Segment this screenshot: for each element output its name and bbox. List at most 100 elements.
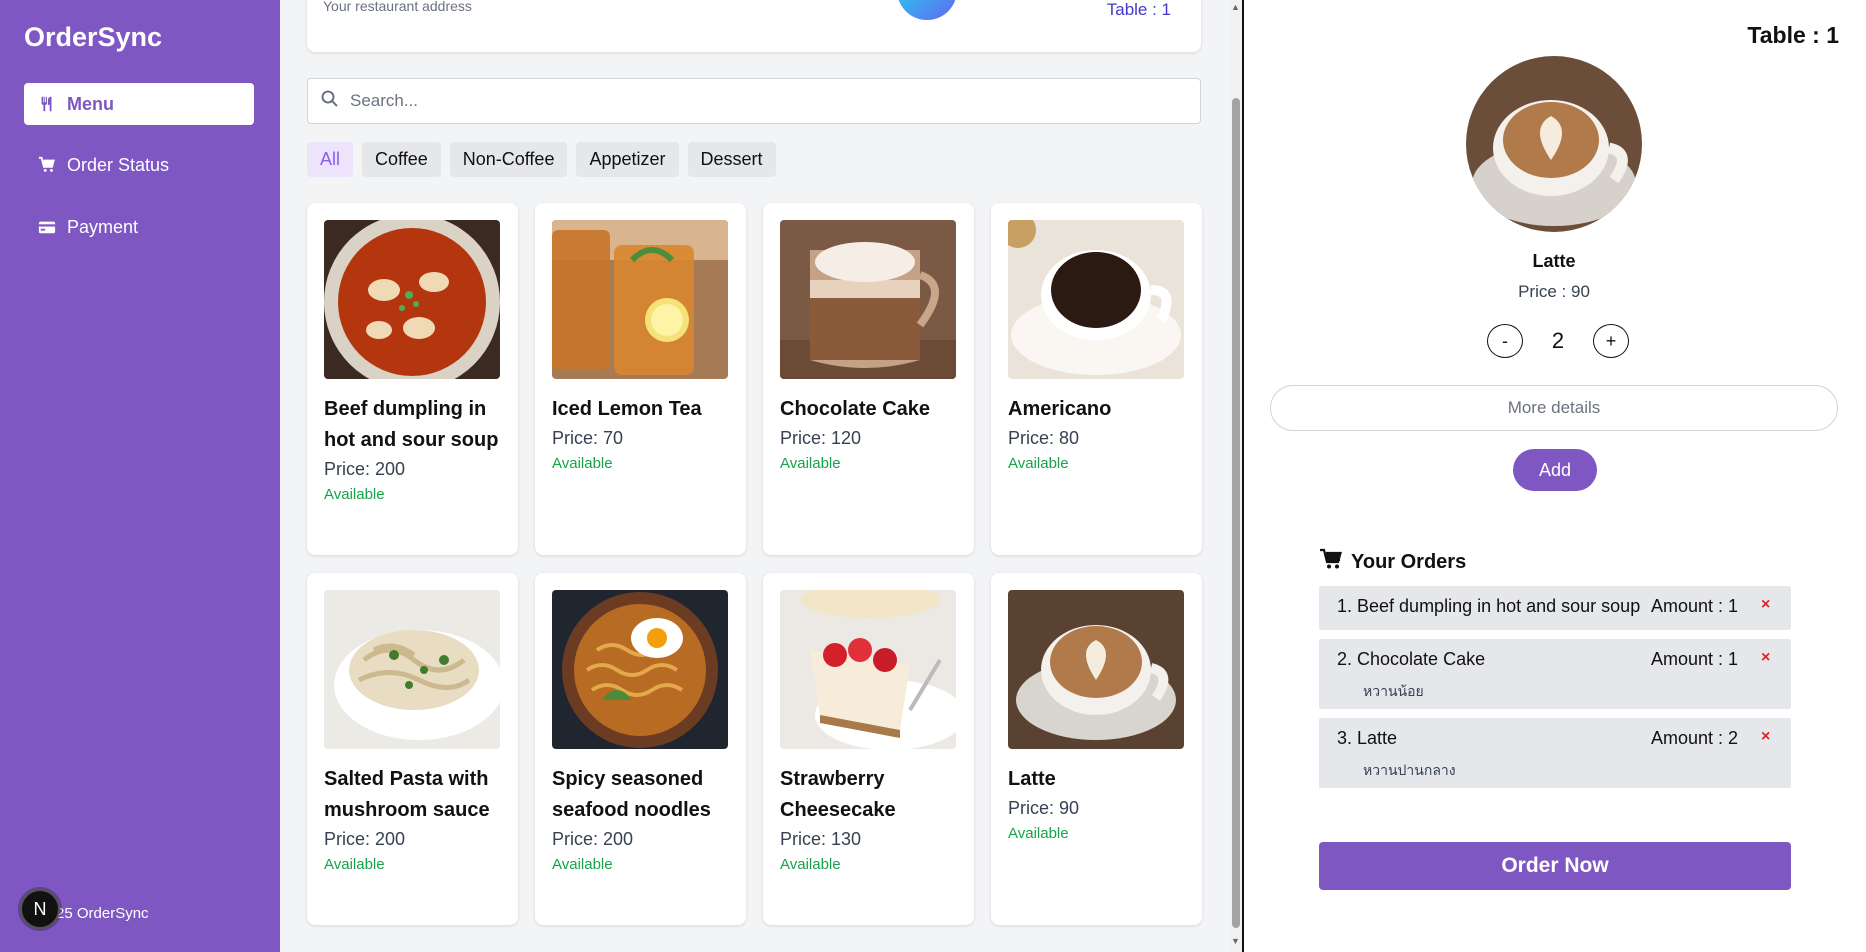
order-item: 3. Latte Amount : 2 × หวานปานกลาง: [1319, 718, 1791, 788]
menu-grid: Beef dumpling in hot and sour soup Price…: [307, 203, 1202, 925]
food-image: [324, 590, 500, 749]
item-status: Available: [1008, 455, 1069, 472]
item-name: Salted Pasta with mushroom sauce: [324, 768, 490, 821]
item-price: Price: 120: [780, 428, 862, 448]
order-item: 1. Beef dumpling in hot and sour soup Am…: [1319, 586, 1791, 630]
orders-title: Your Orders: [1351, 550, 1467, 573]
sidebar: OrderSync Menu Order Status Payment 25 O…: [0, 0, 280, 952]
sidebar-item-menu[interactable]: Menu: [24, 83, 254, 125]
dev-tools-badge[interactable]: N: [20, 889, 60, 929]
brand-logo: OrderSync: [24, 22, 163, 52]
item-price: Price: 70: [552, 428, 624, 448]
item-name: Strawberry Cheesecake: [780, 768, 896, 821]
item-price: Price: 200: [552, 829, 634, 849]
order-item-amount: Amount : 1: [1651, 596, 1739, 616]
menu-card[interactable]: Americano Price: 80 Available: [991, 203, 1202, 555]
item-name: Americano: [1008, 398, 1112, 420]
sidebar-item-label: Menu: [67, 93, 114, 114]
quantity-value: 2: [1551, 328, 1565, 353]
search-icon: [320, 89, 350, 114]
menu-card[interactable]: Salted Pasta with mushroom sauce Price: …: [307, 573, 518, 925]
menu-card[interactable]: Strawberry Cheesecake Price: 130 Availab…: [763, 573, 974, 925]
menu-card[interactable]: Chocolate Cake Price: 120 Available: [763, 203, 974, 555]
footer-copyright: 25 OrderSync: [56, 905, 149, 922]
food-image: [1008, 590, 1184, 749]
cart-icon: [1319, 548, 1351, 576]
sidebar-item-payment[interactable]: Payment: [24, 206, 254, 248]
order-panel: Table : 1 Latte Price : 90 - 2 + More de…: [1242, 0, 1866, 952]
item-name: Beef dumpling in hot and sour soup: [324, 398, 499, 451]
details-input[interactable]: More details: [1270, 385, 1838, 431]
scroll-up-arrow[interactable]: ▲: [1231, 2, 1240, 12]
orders-heading: Your Orders: [1319, 548, 1466, 576]
utensils-icon: [37, 94, 57, 114]
item-status: Available: [552, 856, 613, 873]
search-input[interactable]: [350, 91, 1170, 111]
restaurant-address: Your restaurant address: [323, 0, 472, 14]
increase-button[interactable]: +: [1593, 324, 1629, 358]
restaurant-logo: [897, 0, 957, 20]
item-price: Price: 200: [324, 829, 406, 849]
quantity-stepper: - 2 +: [1487, 324, 1629, 358]
main-scrollbar[interactable]: ▲ ▼: [1229, 0, 1242, 952]
add-button[interactable]: Add: [1513, 449, 1597, 491]
item-price: Price: 200: [324, 459, 406, 479]
order-item-amount: Amount : 1: [1651, 649, 1739, 669]
food-image: [552, 590, 728, 749]
menu-card[interactable]: Latte Price: 90 Available: [991, 573, 1202, 925]
remove-icon[interactable]: ×: [1761, 649, 1770, 667]
food-image: [780, 590, 956, 749]
main-content: Your restaurant address Table : 1 All Co…: [280, 0, 1240, 952]
scroll-down-arrow[interactable]: ▼: [1231, 936, 1240, 946]
order-item-amount: Amount : 2: [1651, 728, 1739, 748]
item-price: Price: 90: [1008, 798, 1080, 818]
item-price: Price: 80: [1008, 428, 1080, 448]
credit-card-icon: [37, 217, 57, 237]
order-item-name: 3. Latte: [1337, 728, 1398, 748]
restaurant-header: Your restaurant address Table : 1: [307, 0, 1201, 52]
sidebar-item-label: Payment: [67, 216, 139, 237]
item-price: Price: 130: [780, 829, 862, 849]
food-image: [1008, 220, 1184, 379]
order-now-button[interactable]: Order Now: [1319, 842, 1791, 890]
decrease-button[interactable]: -: [1487, 324, 1523, 358]
search-bar: [307, 78, 1201, 124]
remove-icon[interactable]: ×: [1761, 596, 1770, 614]
remove-icon[interactable]: ×: [1761, 728, 1770, 746]
sidebar-item-label: Order Status: [67, 154, 170, 175]
item-name: Spicy seasoned seafood noodles: [552, 768, 711, 821]
category-filters: All Coffee Non-Coffee Appetizer Dessert: [307, 142, 776, 177]
menu-card[interactable]: Spicy seasoned seafood noodles Price: 20…: [535, 573, 746, 925]
item-status: Available: [324, 486, 385, 503]
panel-table-number: Table : 1: [1747, 22, 1839, 48]
order-item-note: หวานปานกลาง: [1363, 762, 1456, 778]
item-status: Available: [552, 455, 613, 472]
category-appetizer[interactable]: Appetizer: [576, 142, 679, 177]
item-status: Available: [1008, 825, 1069, 842]
category-dessert[interactable]: Dessert: [687, 142, 776, 177]
cart-icon: [37, 155, 57, 175]
header-table-number: Table : 1: [1106, 0, 1171, 19]
category-all[interactable]: All: [307, 142, 354, 177]
food-image: [552, 220, 728, 379]
menu-card[interactable]: Iced Lemon Tea Price: 70 Available: [535, 203, 746, 555]
selected-item-image: [1466, 56, 1642, 232]
order-item-name: 2. Chocolate Cake: [1337, 649, 1486, 669]
selected-item-price: Price : 90: [1518, 282, 1590, 301]
scrollbar-thumb[interactable]: [1232, 98, 1240, 928]
item-status: Available: [780, 455, 841, 472]
menu-card[interactable]: Beef dumpling in hot and sour soup Price…: [307, 203, 518, 555]
food-image: [780, 220, 956, 379]
order-item: 2. Chocolate Cake Amount : 1 × หวานน้อย: [1319, 639, 1791, 709]
order-item-name: 1. Beef dumpling in hot and sour soup: [1337, 596, 1641, 616]
item-name: Chocolate Cake: [780, 398, 931, 420]
food-image: [324, 220, 500, 379]
category-coffee[interactable]: Coffee: [362, 142, 441, 177]
category-non-coffee[interactable]: Non-Coffee: [449, 142, 568, 177]
item-status: Available: [780, 856, 841, 873]
item-status: Available: [324, 856, 385, 873]
selected-item-name: Latte: [1532, 251, 1576, 271]
sidebar-item-order-status[interactable]: Order Status: [24, 144, 254, 186]
item-name: Latte: [1008, 768, 1056, 790]
item-name: Iced Lemon Tea: [552, 398, 702, 420]
